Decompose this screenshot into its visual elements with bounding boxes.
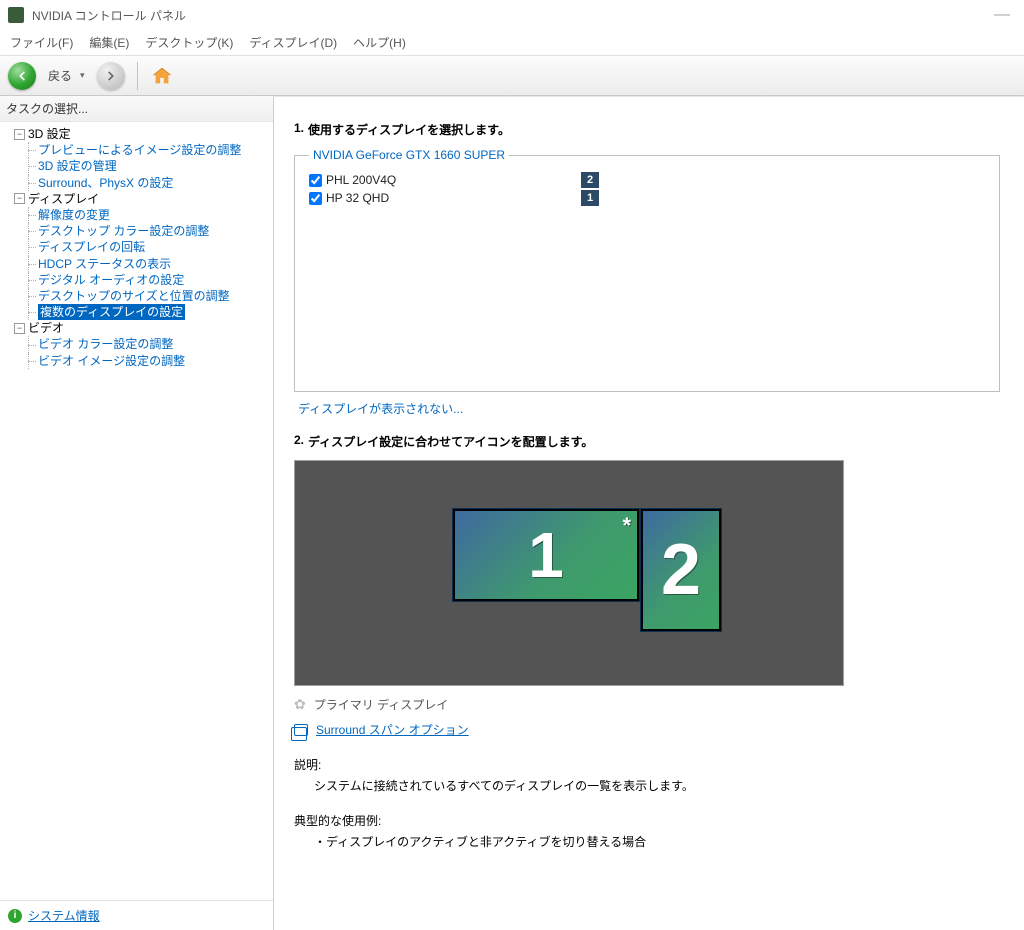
description-text: システムに接続されているすべてのディスプレイの一覧を表示します。 [294, 777, 1000, 794]
task-tree: − 3D 設定 プレビューによるイメージ設定の調整 3D 設定の管理 Surro… [0, 122, 273, 900]
display-checkbox[interactable] [309, 174, 322, 187]
tree-item-label: プレビューによるイメージ設定の調整 [38, 142, 241, 158]
tree-group-3d[interactable]: − 3D 設定 [6, 126, 271, 142]
menu-file[interactable]: ファイル(F) [4, 32, 79, 53]
menu-help[interactable]: ヘルプ(H) [347, 32, 412, 53]
display-checkbox[interactable] [309, 192, 322, 205]
display-arrange-area[interactable]: 1 * 2 [294, 460, 844, 686]
gpu-display-group: NVIDIA GeForce GTX 1660 SUPER PHL 200V4Q… [294, 148, 1000, 392]
usecase-heading: 典型的な使用例: [294, 812, 1000, 829]
description-heading: 説明: [294, 756, 1000, 773]
tree-item[interactable]: ディスプレイの回転 [6, 239, 271, 255]
usecase-text: ・ディスプレイのアクティブと非アクティブを切り替える場合 [294, 833, 1000, 850]
nvidia-icon [8, 7, 24, 23]
tree-item[interactable]: デスクトップ カラー設定の調整 [6, 223, 271, 239]
surround-span-link[interactable]: Surround スパン オプション [316, 721, 469, 738]
minimize-button[interactable]: — [988, 6, 1016, 24]
tree-item[interactable]: ビデオ カラー設定の調整 [6, 336, 271, 352]
tree-item-label: デジタル オーディオの設定 [38, 272, 184, 288]
back-label: 戻る [42, 67, 74, 84]
back-button[interactable] [8, 62, 36, 90]
display-name: PHL 200V4Q [326, 173, 396, 187]
primary-display-label: プライマリ ディスプレイ [314, 696, 449, 713]
monitor-1[interactable]: 1 * [453, 509, 639, 601]
tree-item[interactable]: デジタル オーディオの設定 [6, 272, 271, 288]
primary-display-legend: ✿ プライマリ ディスプレイ [294, 696, 1000, 713]
home-button[interactable] [150, 65, 174, 87]
twisty-icon[interactable]: − [14, 323, 25, 334]
star-icon: ✿ [294, 696, 306, 713]
display-name: HP 32 QHD [326, 191, 389, 205]
tree-item[interactable]: 解像度の変更 [6, 207, 271, 223]
step1-number: 1. [294, 121, 304, 138]
monitor-number: 2 [661, 534, 701, 606]
tree-item-label: ディスプレイの回転 [38, 239, 145, 255]
primary-star-icon: * [622, 513, 631, 539]
step1-header: 1. 使用するディスプレイを選択します。 [294, 121, 1000, 138]
step1-title: 使用するディスプレイを選択します。 [308, 121, 510, 138]
menu-desktop[interactable]: デスクトップ(K) [139, 32, 239, 53]
arrow-right-icon [104, 69, 118, 83]
step2-header: 2. ディスプレイ設定に合わせてアイコンを配置します。 [294, 433, 1000, 450]
twisty-icon[interactable]: − [14, 129, 25, 140]
gpu-legend: NVIDIA GeForce GTX 1660 SUPER [309, 148, 509, 162]
window-title: NVIDIA コントロール パネル [32, 7, 988, 24]
content-panel: 1. 使用するディスプレイを選択します。 NVIDIA GeForce GTX … [274, 96, 1024, 930]
tree-item[interactable]: Surround、PhysX の設定 [6, 175, 271, 191]
surround-span-row: Surround スパン オプション [294, 721, 1000, 738]
home-icon [150, 65, 174, 87]
tree-item[interactable]: ビデオ イメージ設定の調整 [6, 353, 271, 369]
display-checkbox-label[interactable]: HP 32 QHD [309, 191, 389, 205]
tree-item[interactable]: HDCP ステータスの表示 [6, 256, 271, 272]
monitor-number: 1 [528, 523, 564, 587]
tree-item-label: デスクトップのサイズと位置の調整 [38, 288, 230, 304]
display-checkbox-label[interactable]: PHL 200V4Q [309, 173, 396, 187]
display-index-badge: 2 [581, 172, 599, 188]
menu-display[interactable]: ディスプレイ(D) [243, 32, 343, 53]
tree-group-label: ディスプレイ [28, 191, 99, 207]
tree-item[interactable]: デスクトップのサイズと位置の調整 [6, 288, 271, 304]
info-icon: i [8, 909, 22, 923]
tree-item-label: 解像度の変更 [38, 207, 110, 223]
tree-item-label: Surround、PhysX の設定 [38, 175, 173, 191]
tree-item-selected[interactable]: 複数のディスプレイの設定 [6, 304, 271, 320]
tree-group-label: 3D 設定 [28, 126, 71, 142]
tree-group-video[interactable]: − ビデオ [6, 320, 271, 336]
tree-item-label: HDCP ステータスの表示 [38, 256, 171, 272]
window-titlebar: NVIDIA コントロール パネル — [0, 0, 1024, 30]
tree-item-label: デスクトップ カラー設定の調整 [38, 223, 209, 239]
tool-bar: 戻る ▾ [0, 56, 1024, 96]
step2-number: 2. [294, 433, 304, 450]
tree-item-label: 複数のディスプレイの設定 [38, 304, 185, 320]
display-index-badge: 1 [581, 190, 599, 206]
menu-edit[interactable]: 編集(E) [83, 32, 135, 53]
tree-group-label: ビデオ [28, 320, 64, 336]
menu-bar: ファイル(F) 編集(E) デスクトップ(K) ディスプレイ(D) ヘルプ(H) [0, 30, 1024, 56]
tree-item-label: ビデオ イメージ設定の調整 [38, 353, 185, 369]
tree-item[interactable]: プレビューによるイメージ設定の調整 [6, 142, 271, 158]
step2-title: ディスプレイ設定に合わせてアイコンを配置します。 [308, 433, 593, 450]
back-dropdown-icon[interactable]: ▾ [80, 70, 91, 81]
surround-icon [294, 724, 308, 736]
system-info-link[interactable]: システム情報 [28, 907, 100, 924]
sidebar-footer: i システム情報 [0, 900, 273, 930]
tree-item[interactable]: 3D 設定の管理 [6, 158, 271, 174]
twisty-icon[interactable]: − [14, 193, 25, 204]
monitor-2[interactable]: 2 [641, 509, 721, 631]
sidebar-header: タスクの選択... [0, 96, 273, 122]
tree-item-label: ビデオ カラー設定の調整 [38, 336, 173, 352]
task-sidebar: タスクの選択... − 3D 設定 プレビューによるイメージ設定の調整 3D 設… [0, 96, 274, 930]
tree-group-display[interactable]: − ディスプレイ [6, 191, 271, 207]
display-row: PHL 200V4Q 2 [309, 172, 599, 188]
tree-item-label: 3D 設定の管理 [38, 158, 117, 174]
toolbar-separator [137, 62, 138, 90]
forward-button[interactable] [97, 62, 125, 90]
display-not-shown-link[interactable]: ディスプレイが表示されない... [298, 400, 1000, 417]
arrow-left-icon [15, 69, 29, 83]
display-row: HP 32 QHD 1 [309, 190, 599, 206]
